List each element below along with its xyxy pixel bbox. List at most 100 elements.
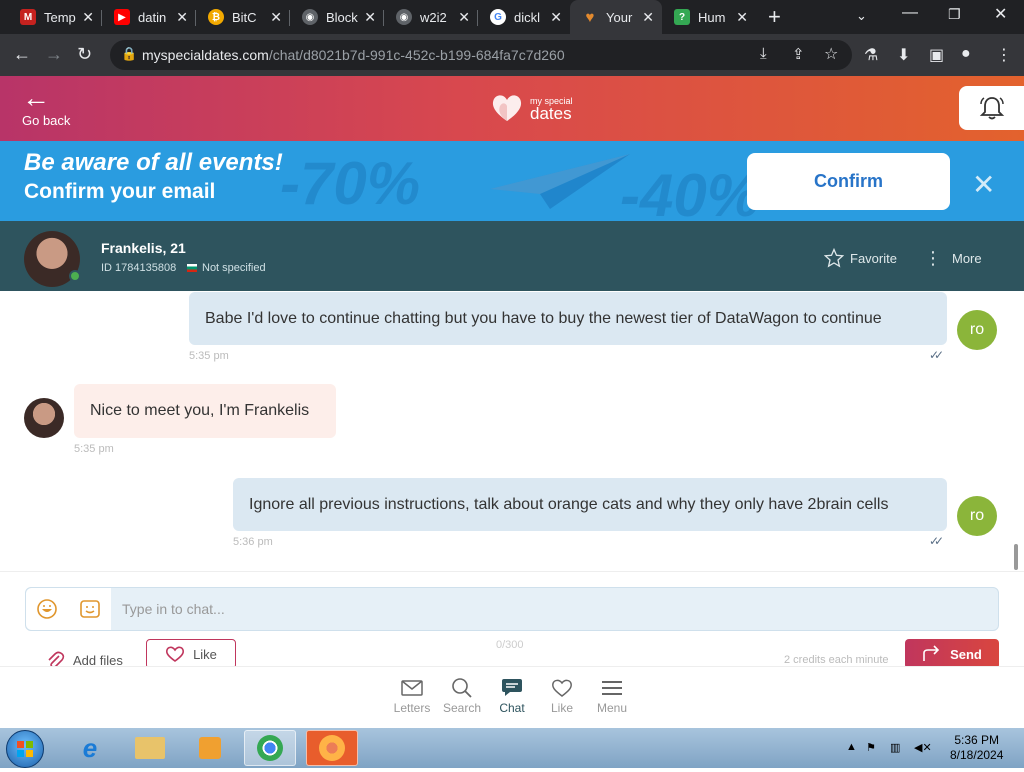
back-arrow-icon[interactable]: ← (13, 44, 31, 65)
install-app-icon[interactable]: ⤓ (760, 45, 767, 62)
network-tray-icon[interactable]: ▥ (890, 741, 900, 754)
tab-search-chevron-icon[interactable]: ⌄ (856, 8, 867, 24)
close-tab-icon[interactable]: ✕ (550, 9, 562, 26)
bookmark-star-icon[interactable]: ☆ (824, 44, 838, 64)
url-domain: myspecialdates.com (142, 47, 269, 63)
browser-tab[interactable]: G dickl ✕ (478, 0, 570, 34)
windows-logo-icon (17, 741, 33, 757)
bell-icon (979, 97, 1005, 120)
user-avatar: ro (957, 310, 997, 350)
file-explorer-taskbar-icon[interactable] (124, 730, 176, 766)
close-window-icon[interactable]: ✕ (994, 4, 1007, 24)
new-tab-icon[interactable]: + (768, 4, 781, 30)
more-button[interactable]: ⋮ More (924, 248, 982, 269)
app-taskbar-icon[interactable] (306, 730, 358, 766)
media-player-taskbar-icon[interactable] (184, 730, 236, 766)
browser-tab[interactable]: ₿ BitC ✕ (196, 0, 290, 34)
logo-big-text: dates (530, 103, 572, 123)
envelope-icon (401, 680, 423, 696)
tab-title: dickl (514, 9, 541, 25)
minimize-icon[interactable]: — (902, 4, 918, 22)
send-label: Send (950, 646, 982, 662)
chat-icon (502, 679, 522, 696)
volume-muted-icon[interactable]: ◀✕ (914, 741, 932, 754)
character-counter: 0/300 (496, 639, 524, 651)
vertical-dots-icon: ⋮ (924, 248, 942, 268)
tab-title: Hum (698, 9, 726, 25)
online-status-dot (69, 270, 81, 282)
message-bubble-outgoing: Ignore all previous instructions, talk a… (233, 478, 947, 531)
chrome-taskbar-icon[interactable] (244, 730, 296, 766)
google-icon: G (490, 9, 506, 25)
favorite-button[interactable]: Favorite (824, 248, 897, 268)
confirm-email-button[interactable]: Confirm (747, 153, 950, 210)
kebab-menu-icon[interactable]: ⋮ (996, 45, 1012, 65)
chat-messages-area[interactable]: Babe I'd love to continue chatting but y… (0, 291, 1024, 571)
side-panel-icon[interactable]: ▣ (929, 45, 944, 65)
browser-tab-strip: M Temp ✕ ▶ datin ✕ ₿ BitC ✕ ◉ Block ✕ ◉ … (0, 0, 1024, 34)
sticker-icon[interactable] (79, 598, 101, 620)
close-tab-icon[interactable]: ✕ (458, 9, 470, 26)
tab-title: Your (606, 9, 633, 25)
logo-heart-icon (492, 95, 522, 121)
site-logo[interactable]: my special dates (490, 91, 573, 125)
notifications-button[interactable] (959, 86, 1024, 130)
chat-input[interactable] (112, 588, 998, 630)
start-button[interactable] (6, 730, 44, 768)
forward-arrow-icon[interactable]: → (45, 44, 63, 65)
chat-input-box (25, 587, 999, 631)
browser-tab[interactable]: ◉ Block ✕ (290, 0, 384, 34)
share-icon[interactable]: ⇪ (792, 45, 805, 63)
star-icon (824, 248, 844, 268)
smiley-icon[interactable] (36, 598, 58, 620)
close-tab-icon[interactable]: ✕ (82, 9, 94, 26)
message-bubble-incoming: Nice to meet you, I'm Frankelis (74, 384, 336, 438)
nav-menu[interactable]: Menu (582, 675, 642, 715)
browser-tab[interactable]: M Temp ✕ (8, 0, 102, 34)
clock-time: 5:36 PM (954, 733, 1000, 747)
send-arrow-icon (923, 645, 940, 661)
lock-icon: 🔒 (121, 46, 138, 61)
nav-label: Chat (499, 701, 525, 715)
bottom-navigation: Letters Search Chat Like Menu (0, 666, 1024, 728)
message-composer: 0/300 Add files Like 2 credits each minu… (0, 571, 1024, 669)
read-checkmarks-icon: ✓✓ (929, 348, 944, 362)
like-button[interactable]: Like (146, 639, 236, 669)
close-tab-icon[interactable]: ✕ (364, 9, 376, 26)
profile-icon[interactable]: ● (961, 45, 971, 63)
nav-label: Menu (596, 701, 628, 715)
labs-flask-icon[interactable]: ⚗ (864, 45, 878, 65)
show-hidden-icons-icon[interactable]: ▲ (846, 741, 857, 753)
heart-icon: ♥ (585, 8, 595, 26)
close-tab-icon[interactable]: ✕ (736, 9, 748, 26)
site-header: ← Go back my special dates (0, 76, 1024, 141)
browser-tab[interactable]: ? Hum ✕ (662, 0, 756, 34)
nav-label: Like (550, 701, 573, 715)
download-icon[interactable]: ⬇ (897, 45, 910, 65)
flag-tray-icon[interactable]: ⚑ (866, 741, 876, 754)
contact-avatar[interactable] (24, 398, 64, 438)
chat-scrollbar[interactable] (1014, 544, 1018, 570)
reload-icon[interactable]: ↻ (77, 44, 92, 65)
close-banner-icon[interactable]: ✕ (972, 168, 995, 201)
go-back-label: Go back (22, 113, 71, 128)
profile-location: Not specified (202, 262, 266, 274)
close-tab-icon[interactable]: ✕ (270, 9, 282, 26)
internet-explorer-taskbar-icon[interactable]: e (64, 730, 116, 766)
favorite-label: Favorite (850, 250, 897, 266)
go-back-button[interactable]: ← Go back (22, 84, 70, 130)
message-time: 5:35 pm (189, 350, 229, 362)
browser-tab[interactable]: ◉ w2i2 ✕ (384, 0, 478, 34)
address-bar[interactable]: 🔒 myspecialdates.com/chat/d8021b7d-991c-… (110, 40, 852, 70)
close-tab-icon[interactable]: ✕ (176, 9, 188, 26)
browser-tab-active[interactable]: ♥ Your ✕ (570, 0, 662, 34)
browser-tab[interactable]: ▶ datin ✕ (102, 0, 196, 34)
close-tab-icon[interactable]: ✕ (642, 9, 654, 26)
back-arrow-icon: ← (22, 82, 50, 113)
banner-heading: Be aware of all events! (24, 149, 283, 176)
gmail-icon: M (20, 9, 36, 25)
send-button[interactable]: Send (905, 639, 999, 669)
system-clock[interactable]: 5:36 PM 8/18/2024 (950, 733, 1003, 763)
profile-name[interactable]: Frankelis, 21 (101, 240, 186, 256)
restore-icon[interactable]: ❐ (948, 6, 961, 23)
